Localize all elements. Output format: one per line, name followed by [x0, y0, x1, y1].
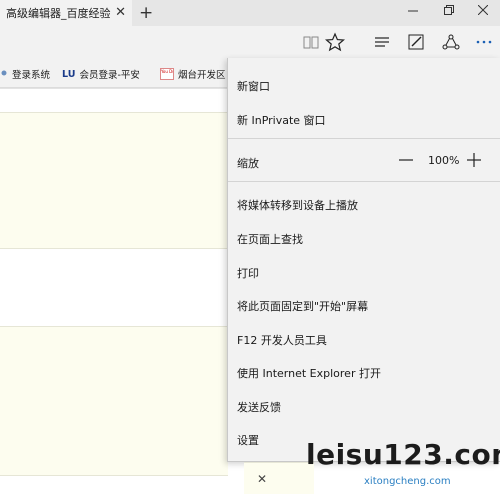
- menu-item-print[interactable]: 打印: [237, 265, 259, 281]
- menu-item-f12-tools[interactable]: F12 开发人员工具: [237, 332, 327, 348]
- browser-tab[interactable]: 高级编辑器_百度经验 ✕: [0, 0, 132, 26]
- menu-separator: [228, 181, 500, 182]
- lu-logo-icon: LU: [62, 68, 76, 80]
- watermark-main-text: leisu123.com: [306, 438, 500, 471]
- menu-item-send-feedback[interactable]: 发送反馈: [237, 399, 281, 415]
- tab-title: 高级编辑器_百度经验: [6, 7, 111, 20]
- favicon-icon: [0, 69, 8, 80]
- bottom-panel: ✕: [244, 462, 314, 494]
- reading-view-icon[interactable]: [301, 32, 321, 52]
- close-window-icon[interactable]: [477, 4, 489, 18]
- new-tab-icon[interactable]: +: [139, 3, 153, 23]
- browser-toolbar: [0, 26, 500, 58]
- watermark-sub-text: xitongcheng.com: [364, 476, 451, 487]
- watermark: leisu123.com xitongcheng.com: [306, 438, 500, 494]
- hub-icon[interactable]: [372, 32, 392, 52]
- menu-item-pin-to-start[interactable]: 将此页面固定到"开始"屏幕: [237, 298, 368, 314]
- youdu-logo-icon: You Du: [160, 68, 174, 80]
- menu-item-find-on-page[interactable]: 在页面上查找: [237, 231, 303, 247]
- tab-close-icon[interactable]: ✕: [115, 5, 126, 20]
- favorite-item[interactable]: LU 会员登录-平安: [62, 67, 140, 82]
- favorites-bar: 登录系统 LU 会员登录-平安 You Du 烟台开发区: [0, 58, 228, 88]
- favorite-label: 会员登录-平安: [79, 70, 140, 81]
- minimize-icon[interactable]: [408, 4, 418, 18]
- more-actions-icon[interactable]: [474, 32, 494, 52]
- share-icon[interactable]: [441, 32, 461, 52]
- close-icon[interactable]: ✕: [257, 472, 267, 486]
- zoom-out-button[interactable]: [398, 153, 414, 167]
- content-panel: [0, 112, 228, 249]
- menu-item-settings[interactable]: 设置: [237, 432, 259, 448]
- favorite-item[interactable]: You Du 烟台开发区: [160, 67, 226, 81]
- favorite-label: 烟台开发区: [178, 70, 226, 81]
- web-note-icon[interactable]: [406, 32, 426, 52]
- menu-separator: [228, 138, 500, 139]
- title-bar: 高级编辑器_百度经验 ✕ +: [0, 0, 500, 26]
- zoom-value: 100%: [428, 154, 460, 167]
- favorite-star-icon[interactable]: [324, 32, 346, 52]
- more-actions-menu: 新窗口 新 InPrivate 窗口 缩放 100% 将媒体转移到设备上播放 在…: [227, 58, 500, 462]
- page-content: [0, 88, 228, 494]
- restore-icon[interactable]: [444, 4, 454, 18]
- menu-item-new-inprivate[interactable]: 新 InPrivate 窗口: [237, 112, 326, 128]
- zoom-in-button[interactable]: [466, 152, 482, 168]
- menu-item-cast-media[interactable]: 将媒体转移到设备上播放: [237, 197, 358, 213]
- zoom-label: 缩放: [237, 157, 259, 170]
- favorite-label: 登录系统: [12, 70, 51, 81]
- menu-item-new-window[interactable]: 新窗口: [237, 78, 270, 94]
- menu-item-open-with-ie[interactable]: 使用 Internet Explorer 打开: [237, 365, 381, 381]
- content-panel: [0, 326, 228, 476]
- favorite-item[interactable]: 登录系统: [0, 67, 50, 81]
- divider: [0, 88, 228, 89]
